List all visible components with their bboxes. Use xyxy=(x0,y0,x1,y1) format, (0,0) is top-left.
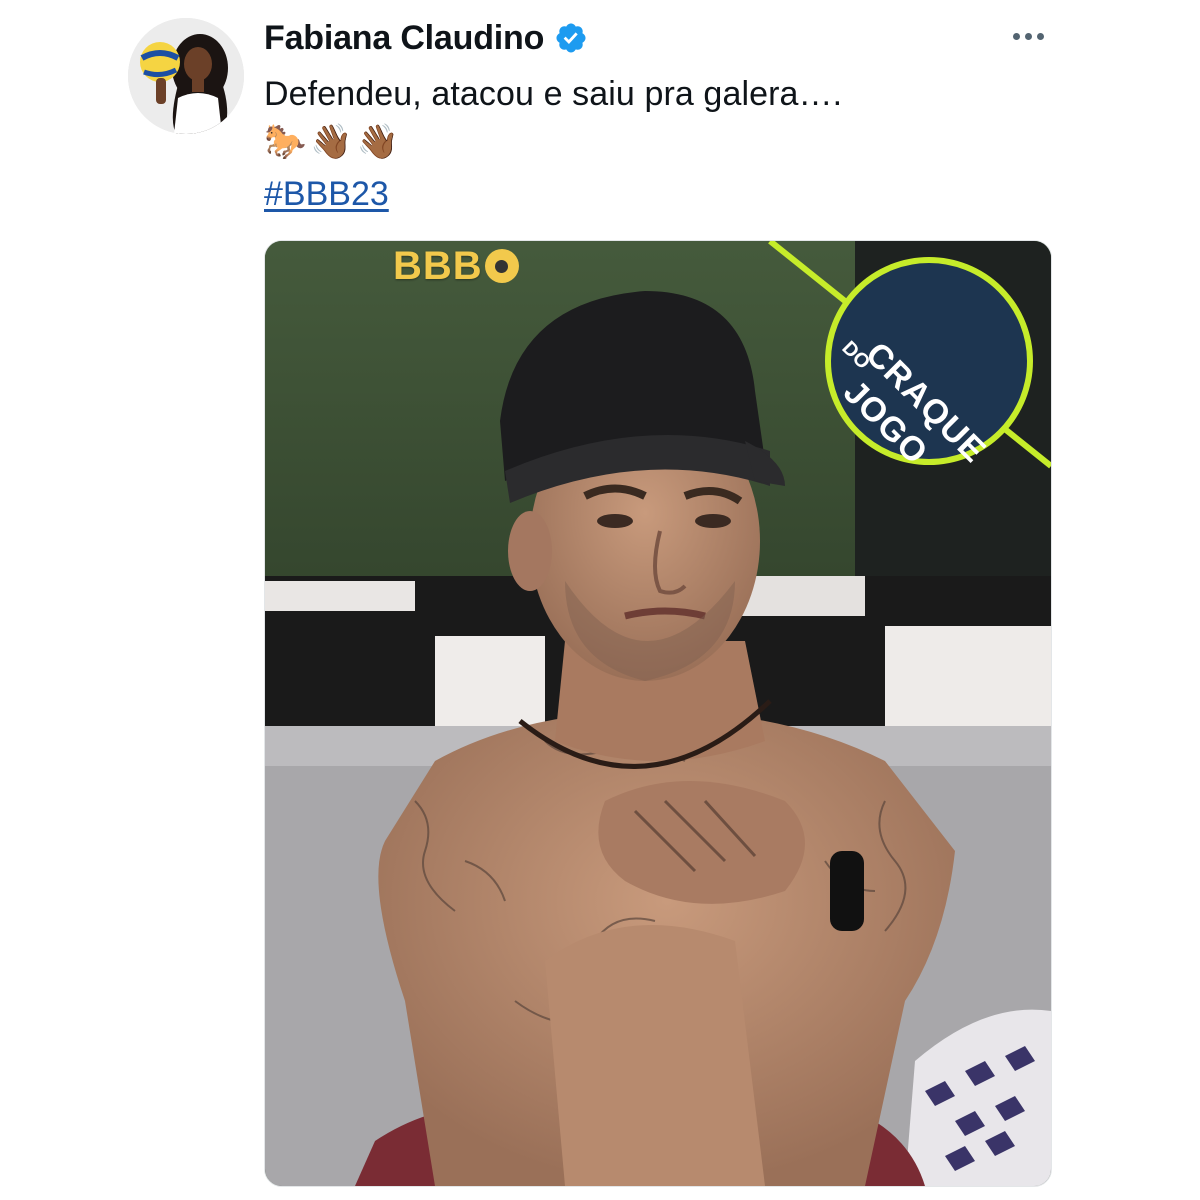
tweet-media-image[interactable]: BBB CRAQUE DO JOGO xyxy=(264,240,1052,1187)
bbb-logo-text: BBB xyxy=(393,243,483,288)
verified-badge-icon xyxy=(554,21,588,55)
tweet: Fabiana Claudino Defendeu, atacou e saiu… xyxy=(0,0,1200,1200)
more-dot xyxy=(1036,32,1044,40)
author-display-name[interactable]: Fabiana Claudino xyxy=(264,19,544,58)
hashtag-link[interactable]: #BBB23 xyxy=(264,170,389,218)
more-dot xyxy=(1012,32,1020,40)
tweet-header: Fabiana Claudino xyxy=(264,14,588,62)
more-horizontal-icon[interactable] xyxy=(1002,18,1054,54)
tweet-emojis: 🐎👋🏾👋🏾 xyxy=(264,122,404,162)
tweet-text: Defendeu, atacou e saiu pra galera…. xyxy=(264,75,843,113)
bbb-logo: BBB xyxy=(393,241,519,291)
more-dot xyxy=(1024,32,1032,40)
eye-icon xyxy=(484,249,519,283)
avatar[interactable] xyxy=(128,18,244,134)
profile-photo xyxy=(128,18,244,134)
